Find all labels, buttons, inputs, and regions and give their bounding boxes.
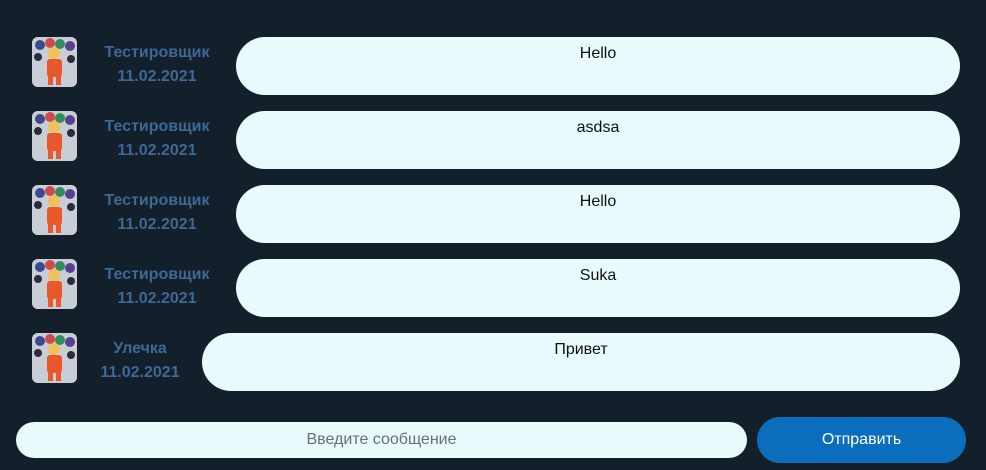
message-bubble: Hello	[236, 37, 960, 95]
message-meta: Тестировщик 11.02.2021	[92, 115, 222, 163]
message-text: Привет	[554, 341, 608, 358]
chat-message: Тестировщик 11.02.2021 Hello	[0, 37, 986, 95]
message-meta: Улечка 11.02.2021	[86, 337, 194, 385]
message-date: 11.02.2021	[100, 364, 180, 381]
avatar-image	[32, 111, 77, 161]
avatar-image	[32, 37, 77, 87]
avatar[interactable]	[32, 259, 77, 309]
message-input[interactable]	[16, 422, 747, 458]
chat-message: Тестировщик 11.02.2021 asdsa	[0, 111, 986, 169]
avatar-image	[32, 185, 77, 235]
message-author: Тестировщик	[104, 266, 210, 283]
chat-window: Тестировщик 11.02.2021 Hello Тестировщик…	[0, 0, 986, 470]
message-meta: Тестировщик 11.02.2021	[92, 189, 222, 237]
message-date: 11.02.2021	[117, 142, 197, 159]
message-bubble: Suka	[236, 259, 960, 317]
chat-message: Тестировщик 11.02.2021 Suka	[0, 259, 986, 317]
send-button[interactable]: Отправить	[757, 417, 966, 463]
message-author: Тестировщик	[104, 118, 210, 135]
avatar-image	[32, 333, 77, 383]
message-bubble: Hello	[236, 185, 960, 243]
message-date: 11.02.2021	[117, 290, 197, 307]
avatar[interactable]	[32, 37, 77, 87]
message-date: 11.02.2021	[117, 216, 197, 233]
message-text: Suka	[579, 267, 617, 284]
message-bubble: Привет	[202, 333, 960, 391]
avatar[interactable]	[32, 111, 77, 161]
message-bubble: asdsa	[236, 111, 960, 169]
avatar[interactable]	[32, 185, 77, 235]
avatar-image	[32, 259, 77, 309]
message-text: Hello	[579, 45, 617, 62]
avatar[interactable]	[32, 333, 77, 383]
chat-message: Улечка 11.02.2021 Привет	[0, 333, 986, 391]
message-meta: Тестировщик 11.02.2021	[92, 41, 222, 89]
message-author: Тестировщик	[104, 44, 210, 61]
message-date: 11.02.2021	[117, 68, 197, 85]
chat-message: Тестировщик 11.02.2021 Hello	[0, 185, 986, 243]
message-author: Тестировщик	[104, 192, 210, 209]
message-meta: Тестировщик 11.02.2021	[92, 263, 222, 311]
message-text: Hello	[579, 193, 617, 210]
message-text: asdsa	[576, 119, 620, 136]
message-author: Улечка	[113, 340, 167, 357]
